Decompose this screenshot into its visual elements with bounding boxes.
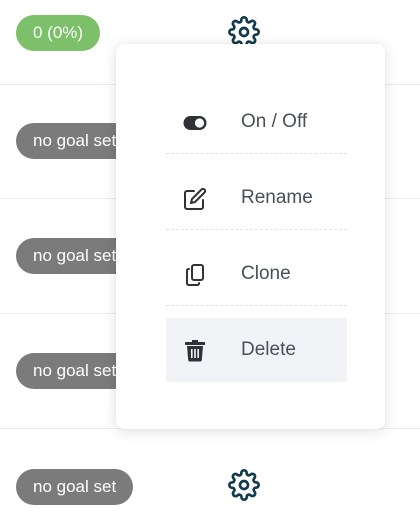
trash-icon [183,339,207,363]
edit-icon [183,187,207,211]
goal-status-badge: no goal set [16,469,134,505]
menu-item-clone[interactable]: Clone [166,242,347,306]
goal-progress-badge: 0 (0%) [16,15,101,51]
copy-icon [183,263,207,287]
menu-item-label: Rename [241,187,313,208]
goals-list: 0 (0%) no goal set no goal set no goal s… [0,0,420,524]
toggle-icon [183,111,207,135]
menu-item-label: Delete [241,339,296,360]
menu-item-label: Clone [241,263,291,284]
menu-item-on-off[interactable]: On / Off [166,90,347,154]
menu-item-rename[interactable]: Rename [166,166,347,230]
menu-item-label: On / Off [241,111,308,132]
menu-item-delete[interactable]: Delete [166,318,347,382]
goal-actions-menu: On / Off Rename Clone Delete [116,44,385,429]
gear-icon[interactable] [228,469,260,501]
list-item: no goal set [0,428,420,524]
